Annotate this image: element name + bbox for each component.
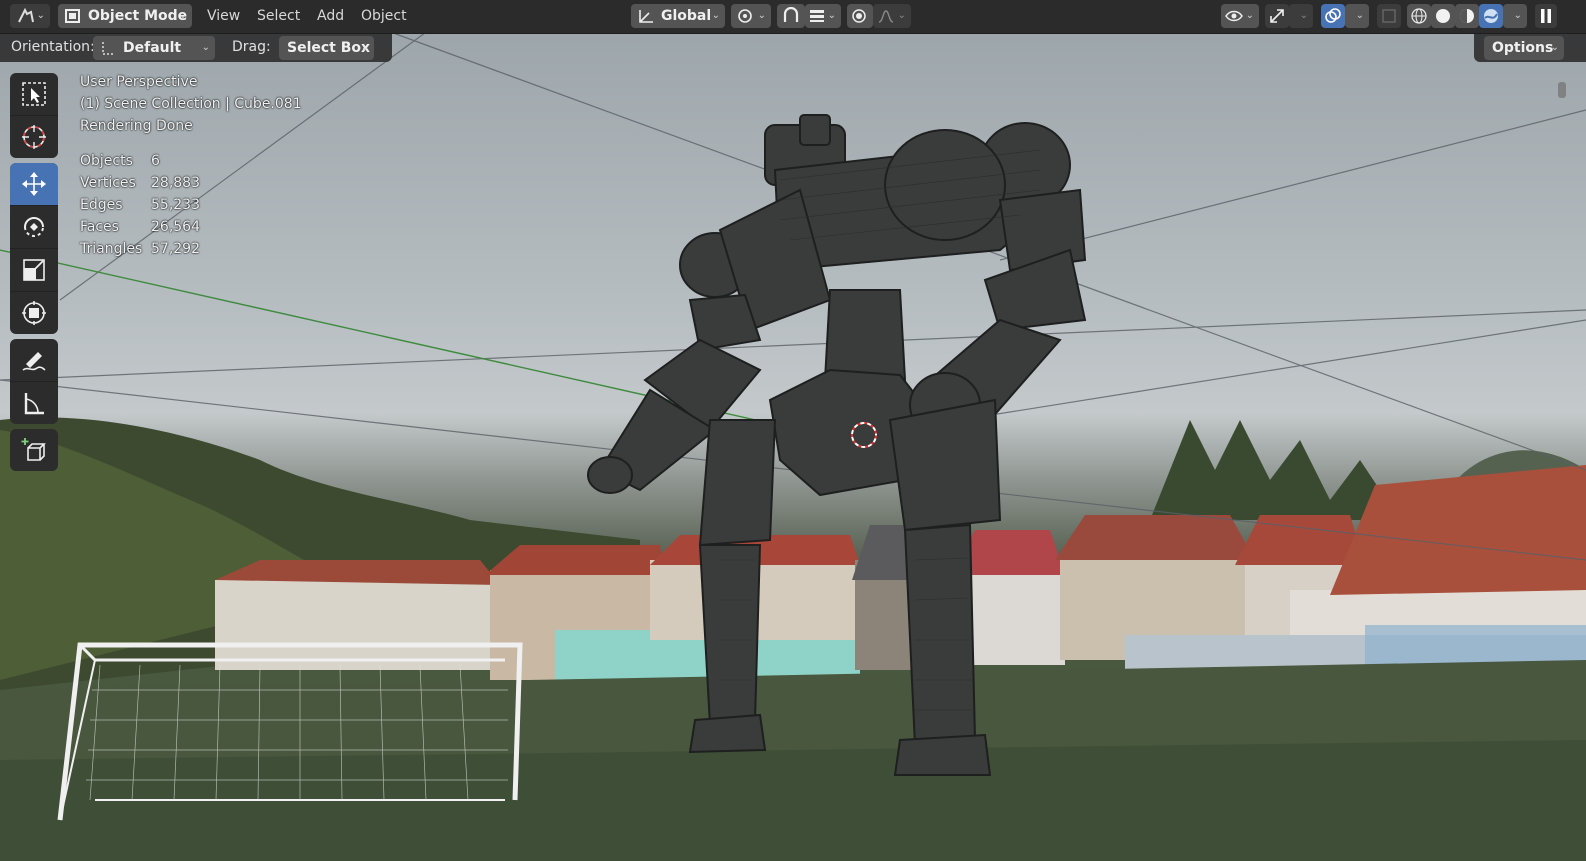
cursor-icon xyxy=(22,125,46,149)
menu-add[interactable]: Add xyxy=(317,4,344,28)
tool-select-box[interactable] xyxy=(10,73,58,116)
menu-object[interactable]: Object xyxy=(361,4,407,28)
viewport-editor-icon xyxy=(18,8,34,23)
snap-target-selector[interactable]: ⌄ xyxy=(805,4,841,28)
solid-sphere-icon xyxy=(1436,9,1450,23)
viewport-header: ⌄ Object Mode ⌄ View Select Add Object G… xyxy=(0,0,1586,34)
eye-icon xyxy=(1225,10,1243,22)
stat-value-faces: 26,564 xyxy=(151,219,200,235)
tool-add-cube[interactable] xyxy=(10,429,58,471)
sidebar-toggle-tab[interactable] xyxy=(1558,82,1566,98)
gizmo-dropdown[interactable]: ⌄ xyxy=(1289,4,1313,28)
transform-icon xyxy=(22,301,46,325)
stat-label-objects: Objects xyxy=(80,153,133,169)
object-mode-icon xyxy=(65,9,80,23)
stat-label-faces: Faces xyxy=(80,219,119,235)
drag-value: Select Box xyxy=(287,40,371,56)
proportional-edit-icon xyxy=(852,9,866,23)
3d-viewport[interactable] xyxy=(0,0,1586,861)
pivot-icon xyxy=(738,9,752,23)
shading-dropdown[interactable]: ⌄ xyxy=(1503,4,1527,28)
orientation-field-label: Orientation: xyxy=(11,39,95,55)
overlays-toggle[interactable] xyxy=(1321,4,1345,28)
magnet-icon xyxy=(783,7,799,22)
orientation-axes-icon xyxy=(639,10,653,23)
xray-toggle[interactable] xyxy=(1377,4,1401,28)
falloff-selector[interactable]: ⌄ xyxy=(873,4,911,28)
drag-field-label: Drag: xyxy=(232,39,271,55)
snap-toggle[interactable] xyxy=(777,4,805,28)
mode-selector[interactable]: Object Mode ⌄ xyxy=(58,4,192,28)
pivot-point-selector[interactable]: ⌄ xyxy=(731,4,771,28)
stat-value-triangles: 57,292 xyxy=(151,241,200,257)
transform-orientation-selector[interactable]: Global ⌄ xyxy=(631,4,725,28)
tool-settings-header: Orientation: Default ⌄ Drag: Select Box … xyxy=(0,34,392,62)
snap-increment-icon xyxy=(810,10,824,22)
viewport-scene xyxy=(0,0,1586,861)
stat-value-edges: 55,233 xyxy=(151,197,200,213)
drag-dropdown[interactable]: Select Box ⌄ xyxy=(279,36,374,60)
annotate-icon xyxy=(22,352,46,371)
gizmo-toggle[interactable] xyxy=(1265,4,1289,28)
add-cube-icon xyxy=(21,438,46,461)
toolbar xyxy=(10,73,58,476)
scene-statistics: Objects 6 Vertices 28,883 Edges 55,233 F… xyxy=(0,153,300,263)
editor-type-selector[interactable]: ⌄ xyxy=(10,4,50,28)
stat-label-vertices: Vertices xyxy=(80,175,136,191)
overlays-dropdown[interactable]: ⌄ xyxy=(1345,4,1369,28)
overlays-icon xyxy=(1325,8,1341,23)
visibility-selector[interactable]: ⌄ xyxy=(1221,4,1259,28)
menu-view[interactable]: View xyxy=(207,4,240,28)
orientation-label: Global xyxy=(661,8,712,24)
options-panel: Options ⌄ xyxy=(1474,34,1586,62)
options-button[interactable]: Options ⌄ xyxy=(1484,36,1564,60)
options-label: Options xyxy=(1492,40,1554,56)
orientation-gizmo-icon xyxy=(102,42,113,55)
tool-transform[interactable] xyxy=(10,292,58,334)
tool-annotate[interactable] xyxy=(10,339,58,382)
wireframe-sphere-icon xyxy=(1411,8,1427,24)
select-box-icon xyxy=(22,82,46,106)
shading-rendered[interactable] xyxy=(1479,4,1503,28)
menu-select[interactable]: Select xyxy=(257,4,300,28)
orientation-dropdown[interactable]: Default ⌄ xyxy=(93,36,215,60)
rendered-sphere-icon xyxy=(1484,9,1498,23)
measure-icon xyxy=(24,393,44,415)
tool-measure[interactable] xyxy=(10,382,58,424)
pause-render-button[interactable] xyxy=(1535,4,1557,28)
pause-icon xyxy=(1541,9,1551,23)
stat-label-edges: Edges xyxy=(80,197,123,213)
view-name: User Perspective xyxy=(80,74,198,90)
gizmo-icon xyxy=(1270,9,1284,23)
orientation-value: Default xyxy=(123,40,182,56)
shading-solid[interactable] xyxy=(1431,4,1455,28)
proportional-editing-toggle[interactable] xyxy=(847,4,873,28)
shading-wireframe[interactable] xyxy=(1407,4,1431,28)
stat-label-triangles: Triangles xyxy=(80,241,143,257)
material-sphere-icon xyxy=(1460,9,1474,23)
mode-label: Object Mode xyxy=(88,8,188,24)
collection-path: (1) Scene Collection | Cube.081 xyxy=(80,96,302,112)
shading-material[interactable] xyxy=(1455,4,1479,28)
xray-icon xyxy=(1382,9,1396,23)
stat-value-objects: 6 xyxy=(151,153,160,169)
render-status: Rendering Done xyxy=(80,118,193,134)
falloff-curve-icon xyxy=(878,10,894,23)
stat-value-vertices: 28,883 xyxy=(151,175,200,191)
tool-cursor[interactable] xyxy=(10,116,58,158)
